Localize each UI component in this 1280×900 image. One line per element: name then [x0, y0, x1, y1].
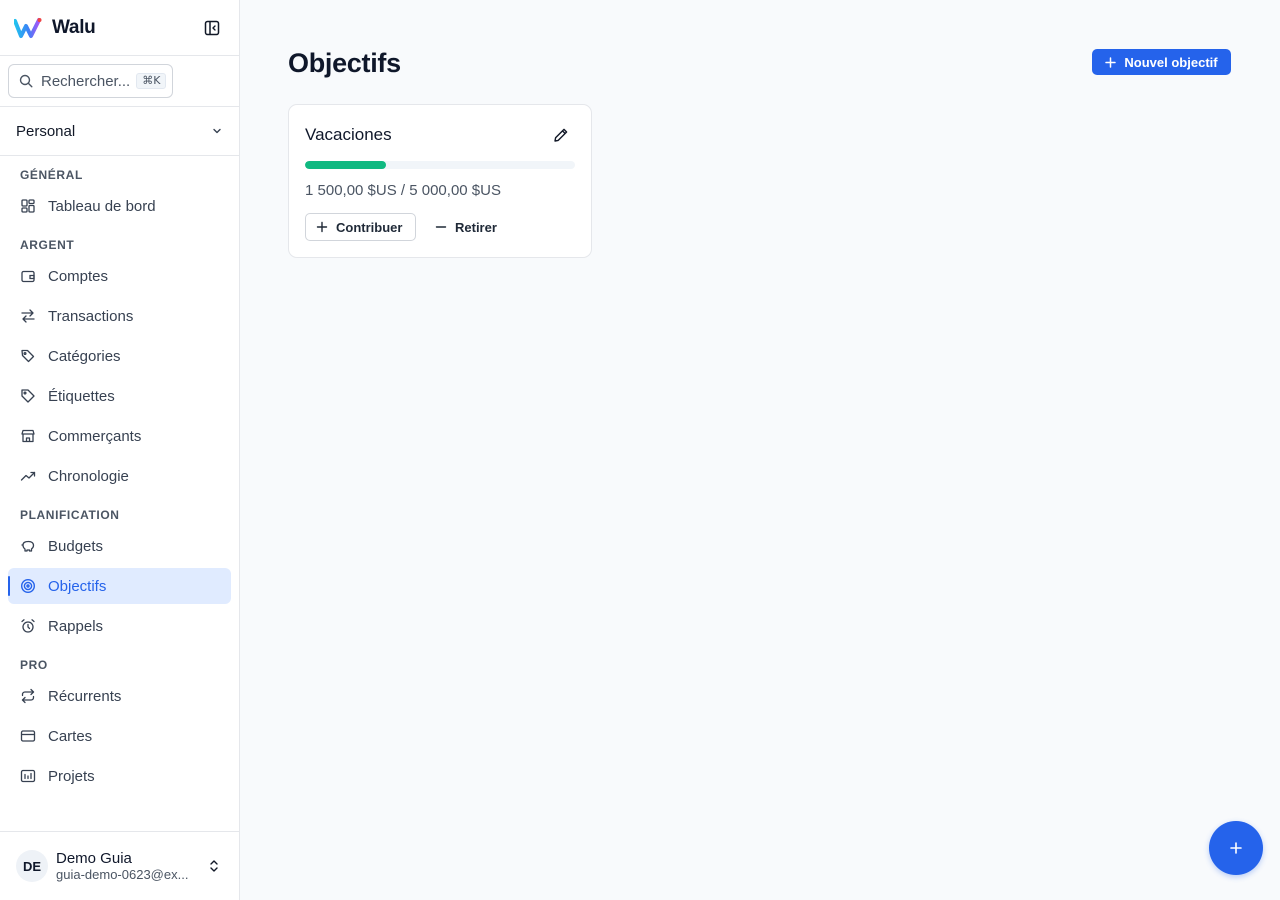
- goal-card: Vacaciones 1 500,00 $US / 5 000,00 $US C…: [288, 104, 592, 258]
- avatar: DE: [16, 850, 48, 882]
- wallet-icon: [20, 268, 36, 284]
- page-title: Objectifs: [288, 48, 401, 78]
- contribute-label: Contribuer: [336, 219, 403, 235]
- goal-progress-bar: [305, 161, 575, 169]
- edit-goal-button[interactable]: [552, 126, 570, 144]
- sidebar-item-accounts[interactable]: Comptes: [8, 258, 231, 294]
- sidebar-item-merchants[interactable]: Commerçants: [8, 418, 231, 454]
- store-icon: [20, 428, 36, 444]
- user-name: Demo Guia: [56, 850, 132, 867]
- quick-add-button[interactable]: [1209, 821, 1263, 875]
- sidebar-item-label: Récurrents: [48, 687, 122, 705]
- contribute-button[interactable]: Contribuer: [305, 213, 416, 241]
- sidebar-nav: GÉNÉRAL Tableau de bord ARGENT Comptes T…: [0, 156, 239, 794]
- search-area: Rechercher... ⌘K: [0, 56, 239, 107]
- sidebar-item-transactions[interactable]: Transactions: [8, 298, 231, 334]
- user-email: guia-demo-0623@ex...: [56, 867, 189, 882]
- sidebar-item-label: Transactions: [48, 307, 134, 325]
- dashboard-icon: [20, 198, 36, 214]
- chevron-down-icon: [213, 128, 221, 134]
- goal-name: Vacaciones: [305, 125, 392, 144]
- sidebar-item-label: Projets: [48, 767, 95, 785]
- sidebar-item-label: Objectifs: [48, 577, 107, 595]
- tag-icon: [20, 388, 36, 404]
- sidebar-item-budgets[interactable]: Budgets: [8, 528, 231, 564]
- sidebar-item-label: Chronologie: [48, 467, 129, 485]
- goal-progress-fill: [305, 161, 386, 169]
- sidebar-item-cards[interactable]: Cartes: [8, 718, 231, 754]
- sidebar-item-dashboard[interactable]: Tableau de bord: [8, 188, 231, 224]
- sidebar-item-recurring[interactable]: Récurrents: [8, 678, 231, 714]
- card-icon: [20, 728, 36, 744]
- sidebar-collapse-button[interactable]: [203, 19, 221, 37]
- search-icon: [19, 74, 33, 88]
- plus-icon: [316, 221, 328, 233]
- withdraw-button[interactable]: Retirer: [427, 213, 507, 241]
- walu-logo-icon: [14, 17, 42, 38]
- nav-section-title: PLANIFICATION: [20, 508, 120, 522]
- new-goal-button[interactable]: Nouvel objectif: [1092, 49, 1231, 75]
- sidebar-item-categories[interactable]: Catégories: [8, 338, 231, 374]
- tags-icon: [20, 348, 36, 364]
- nav-section-title: GÉNÉRAL: [20, 168, 83, 182]
- new-goal-label: Nouvel objectif: [1124, 54, 1218, 70]
- user-menu[interactable]: DE Demo Guia guia-demo-0623@ex...: [0, 831, 239, 900]
- sidebar-item-label: Cartes: [48, 727, 93, 745]
- goal-amount: 1 500,00 $US / 5 000,00 $US: [305, 182, 501, 199]
- arrows-swap-icon: [20, 308, 36, 324]
- sidebar-item-projects[interactable]: Projets: [8, 758, 231, 794]
- sidebar-item-label: Tableau de bord: [48, 197, 156, 215]
- sidebar: Walu Rechercher... ⌘K Personal GÉNÉRAL T…: [0, 0, 240, 900]
- workspace-selector[interactable]: Personal: [0, 107, 239, 156]
- piggy-bank-icon: [20, 538, 36, 554]
- main-content: Objectifs Nouvel objectif Vacaciones 1 5…: [240, 0, 1280, 900]
- app-name: Walu: [52, 16, 96, 38]
- withdraw-label: Retirer: [455, 219, 497, 235]
- search-input[interactable]: Rechercher... ⌘K: [8, 64, 173, 98]
- search-placeholder: Rechercher...: [41, 72, 131, 90]
- workspace-label: Personal: [16, 122, 76, 140]
- sidebar-item-labels[interactable]: Étiquettes: [8, 378, 231, 414]
- target-icon: [20, 578, 36, 594]
- nav-section-title: PRO: [20, 658, 48, 672]
- sidebar-item-label: Rappels: [48, 617, 104, 635]
- plus-icon: [1230, 842, 1242, 854]
- brand-header: Walu: [0, 0, 239, 56]
- nav-section-title: ARGENT: [20, 238, 75, 252]
- sidebar-item-label: Comptes: [48, 267, 109, 285]
- pencil-icon: [554, 128, 568, 142]
- plus-icon: [1105, 56, 1117, 68]
- sidebar-item-label: Budgets: [48, 537, 104, 555]
- chevron-up-down-icon: [210, 860, 218, 872]
- trend-icon: [20, 468, 36, 484]
- user-info: Demo Guia guia-demo-0623@ex...: [56, 850, 198, 882]
- sidebar-item-timeline[interactable]: Chronologie: [8, 458, 231, 494]
- sidebar-item-goals[interactable]: Objectifs: [8, 568, 231, 604]
- sidebar-item-label: Commerçants: [48, 427, 142, 445]
- search-shortcut-badge: ⌘K: [136, 73, 167, 89]
- sidebar-item-label: Étiquettes: [48, 387, 115, 405]
- minus-icon: [435, 226, 447, 228]
- chart-folder-icon: [20, 768, 36, 784]
- sidebar-item-reminders[interactable]: Rappels: [8, 608, 231, 644]
- alarm-icon: [20, 618, 36, 634]
- sidebar-item-label: Catégories: [48, 347, 121, 365]
- panel-left-icon: [204, 20, 220, 36]
- repeat-icon: [20, 688, 36, 704]
